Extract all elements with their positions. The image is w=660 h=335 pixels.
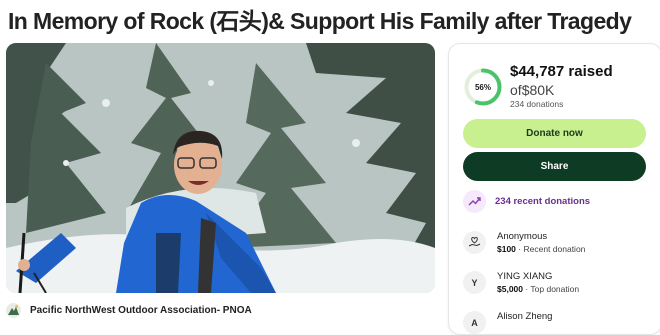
trending-up-icon bbox=[463, 190, 486, 213]
hero-photo: ← → bbox=[6, 43, 435, 293]
organizer-name[interactable]: Pacific NorthWest Outdoor Association- P… bbox=[30, 305, 252, 316]
share-button[interactable]: Share bbox=[463, 152, 646, 181]
donation-panel: 56% $44,787 raised of$80K 234 donations … bbox=[448, 43, 660, 335]
goal-prefix: of bbox=[510, 82, 522, 98]
donation-amount: $100 bbox=[497, 244, 516, 254]
donor-name: Alison Zheng bbox=[497, 311, 553, 322]
donation-item: Y YING XIANG $5,000 · Top donation bbox=[463, 271, 579, 295]
donation-note: · Recent donation bbox=[518, 244, 586, 254]
donation-meta: $100 · Recent donation bbox=[497, 243, 585, 255]
raised-value: $44,787 bbox=[510, 63, 565, 80]
hero-photo-illustration bbox=[6, 43, 435, 293]
avatar: Y bbox=[463, 271, 486, 294]
donation-note: · Top donation bbox=[525, 284, 580, 294]
donate-now-button[interactable]: Donate now bbox=[463, 119, 646, 148]
goal-value: $80K bbox=[521, 82, 555, 98]
donation-meta: $5,000 · Top donation bbox=[497, 283, 579, 295]
organizer-logo-icon bbox=[6, 303, 21, 318]
donations-count: 234 donations bbox=[510, 99, 564, 109]
donation-item: Anonymous $100 · Recent donation bbox=[463, 231, 585, 255]
donation-amount: $5,000 bbox=[497, 284, 523, 294]
donor-name: YING XIANG bbox=[497, 271, 553, 282]
progress-percent: 56% bbox=[474, 82, 491, 92]
donor-name: Anonymous bbox=[497, 231, 548, 242]
heart-hand-icon bbox=[463, 231, 486, 254]
recent-donations-label[interactable]: 234 recent donations bbox=[495, 196, 590, 207]
recent-donations-link[interactable]: 234 recent donations bbox=[463, 190, 590, 213]
organizer[interactable]: Pacific NorthWest Outdoor Association- P… bbox=[6, 303, 252, 318]
goal-amount: of$80K bbox=[510, 82, 554, 98]
raised-amount: $44,787 raised bbox=[510, 63, 613, 80]
page-title: In Memory of Rock (石头)& Support His Fami… bbox=[8, 8, 632, 34]
raised-word: raised bbox=[568, 63, 613, 80]
